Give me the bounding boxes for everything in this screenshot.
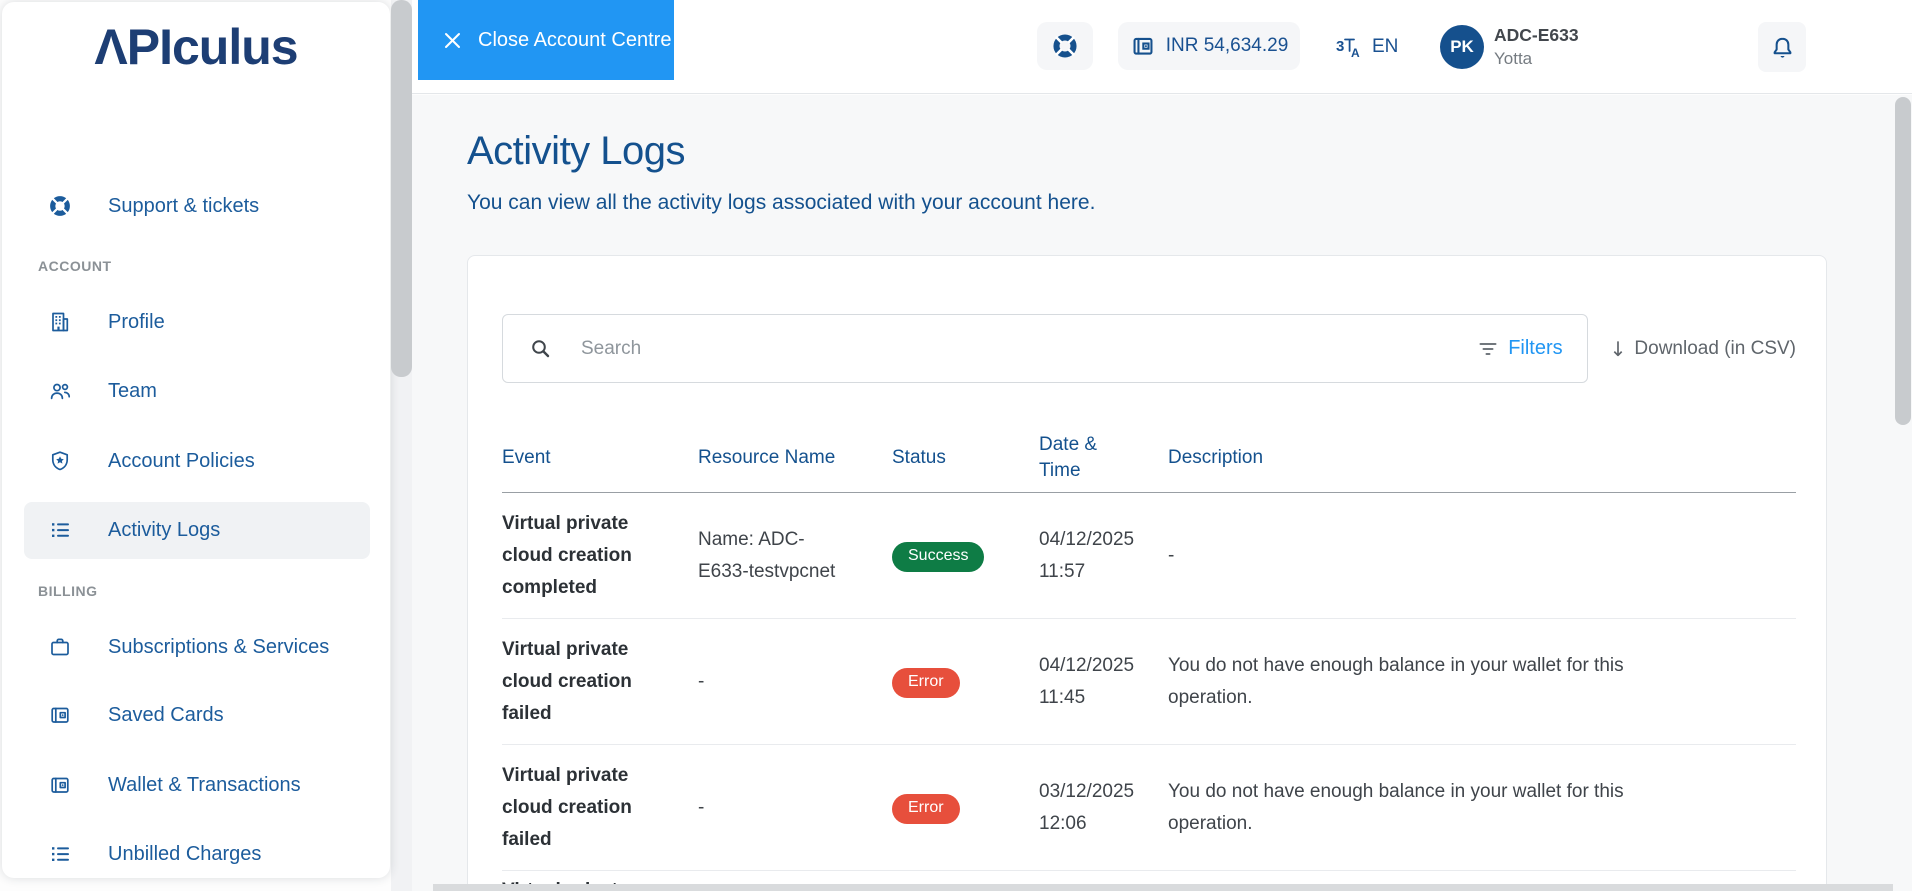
column-header-resource: Resource Name	[698, 446, 836, 468]
table-header-row: Event Resource Name Status Date & Time D…	[502, 423, 1796, 493]
sidebar: ΛPIculus Support & tickets ACCOUNT Profi…	[2, 2, 390, 878]
status-badge: Error	[892, 668, 960, 698]
status-badge: Error	[892, 794, 960, 824]
cell-description: You do not have enough balance in your w…	[1168, 654, 1624, 708]
sidebar-item-label: Profile	[108, 310, 165, 333]
cell-event: Virtual private cloud creation failed	[502, 638, 632, 724]
table-row: Virtual private cloud creation failed - …	[502, 745, 1796, 871]
filters-button[interactable]: Filters	[1478, 337, 1563, 360]
list-icon	[48, 842, 72, 866]
account-org: Yotta	[1494, 49, 1533, 68]
list-icon	[48, 518, 72, 542]
wallet-balance-button[interactable]: INR 54,634.29	[1118, 22, 1300, 70]
bell-icon	[1769, 34, 1796, 61]
search-box[interactable]: Filters	[502, 314, 1588, 383]
close-account-centre-button[interactable]: Close Account Centre	[418, 0, 674, 80]
language-code: EN	[1372, 36, 1399, 57]
sidebar-item-label: Wallet & Transactions	[108, 773, 301, 796]
sidebar-item-profile[interactable]: Profile	[32, 298, 364, 346]
download-icon: ↓	[1609, 336, 1627, 361]
cell-resource: Name: ADC-E633-testvpcnet	[698, 528, 836, 582]
sidebar-item-activity-logs[interactable]: Activity Logs	[32, 506, 364, 554]
sidebar-item-saved-cards[interactable]: Saved Cards	[32, 691, 364, 739]
cell-date-time: 04/12/2025 11:45	[1039, 654, 1135, 708]
avatar[interactable]: PK	[1440, 25, 1484, 69]
download-label: Download (in CSV)	[1634, 337, 1796, 359]
people-icon	[48, 379, 72, 403]
sidebar-item-label: Support & tickets	[108, 194, 260, 217]
column-header-status: Status	[892, 446, 946, 468]
language-selector[interactable]: 3 A EN	[1336, 27, 1398, 67]
search-input[interactable]	[581, 337, 1479, 360]
wallet-icon	[48, 703, 72, 727]
help-button[interactable]	[1037, 22, 1093, 70]
column-header-event: Event	[502, 446, 551, 468]
wallet-balance: INR 54,634.29	[1165, 35, 1289, 56]
avatar-initials: PK	[1450, 37, 1474, 56]
apiculus-logo: ΛPIculus	[94, 19, 298, 75]
table-row: Virtual private cloud creation failed - …	[502, 619, 1796, 745]
sidebar-section-billing: BILLING	[38, 583, 98, 599]
cell-description: -	[1168, 544, 1175, 566]
building-icon	[48, 310, 72, 334]
cell-resource: -	[698, 796, 705, 818]
cell-status: Error	[892, 791, 1039, 824]
sidebar-item-account-policies[interactable]: Account Policies	[32, 437, 364, 485]
wallet-icon	[1130, 33, 1156, 59]
main-scrollbar-thumb[interactable]	[1895, 97, 1911, 425]
sidebar-item-support-tickets[interactable]: Support & tickets	[32, 182, 364, 230]
table-row: Virtual private cloud creation completed…	[502, 493, 1796, 619]
status-badge: Success	[892, 542, 985, 572]
close-icon	[442, 30, 463, 51]
sidebar-item-label: Team	[108, 379, 157, 402]
cell-date-time: 03/12/2025 12:06	[1039, 780, 1135, 834]
sidebar-item-wallet-transactions[interactable]: Wallet & Transactions	[32, 761, 364, 809]
cell-resource: -	[698, 670, 705, 692]
cell-status: Success	[892, 539, 1039, 572]
close-button-label: Close Account Centre	[478, 28, 672, 51]
sidebar-item-label: Account Policies	[108, 449, 255, 472]
sidebar-item-label: Subscriptions & Services	[108, 635, 330, 658]
topbar: Close Account Centre INR 54,634.29 3 A E…	[412, 0, 1912, 94]
activity-logs-card: Filters ↓ Download (in CSV) Event Resour…	[467, 255, 1827, 891]
download-csv-button[interactable]: ↓ Download (in CSV)	[1610, 337, 1796, 361]
page-title: Activity Logs	[467, 129, 686, 173]
sidebar-item-label: Saved Cards	[108, 703, 224, 726]
lifebuoy-icon	[1051, 32, 1079, 60]
page-subtitle: You can view all the activity logs assoc…	[467, 191, 1096, 214]
shield-star-icon	[48, 449, 72, 473]
sidebar-item-team[interactable]: Team	[32, 367, 364, 415]
lifebuoy-icon	[48, 194, 72, 218]
horizontal-scrollbar[interactable]	[433, 884, 1893, 891]
notifications-button[interactable]	[1758, 22, 1806, 72]
cell-event: Virtual private cloud creation completed	[502, 512, 632, 598]
main-content: Activity Logs You can view all the activ…	[412, 95, 1912, 891]
cell-description: You do not have enough balance in your w…	[1168, 780, 1624, 834]
sidebar-item-label: Activity Logs	[108, 518, 221, 541]
sidebar-item-subscriptions-services[interactable]: Subscriptions & Services	[32, 623, 364, 671]
cell-status: Error	[892, 665, 1039, 698]
column-header-date-time: Date & Time	[1039, 433, 1098, 481]
filter-icon	[1478, 339, 1498, 358]
wallet-icon	[48, 773, 72, 797]
sidebar-section-account: ACCOUNT	[38, 258, 112, 274]
cell-event: Virtual private cloud creation failed	[502, 764, 632, 850]
toolbar: Filters ↓ Download (in CSV)	[502, 314, 1796, 383]
account-id: ADC-E633	[1494, 25, 1579, 45]
svg-text:3: 3	[1336, 38, 1344, 55]
sidebar-item-label: Unbilled Charges	[108, 842, 262, 865]
search-icon	[529, 337, 553, 361]
cell-date-time: 04/12/2025 11:57	[1039, 528, 1135, 582]
sidebar-item-unbilled-charges[interactable]: Unbilled Charges	[32, 830, 364, 878]
translate-icon: 3 A	[1336, 35, 1364, 59]
svg-text:A: A	[1351, 46, 1360, 59]
filters-label: Filters	[1508, 337, 1563, 359]
briefcase-icon	[48, 635, 72, 659]
column-header-description: Description	[1168, 446, 1264, 468]
sidebar-scrollbar-thumb[interactable]	[391, 0, 412, 377]
